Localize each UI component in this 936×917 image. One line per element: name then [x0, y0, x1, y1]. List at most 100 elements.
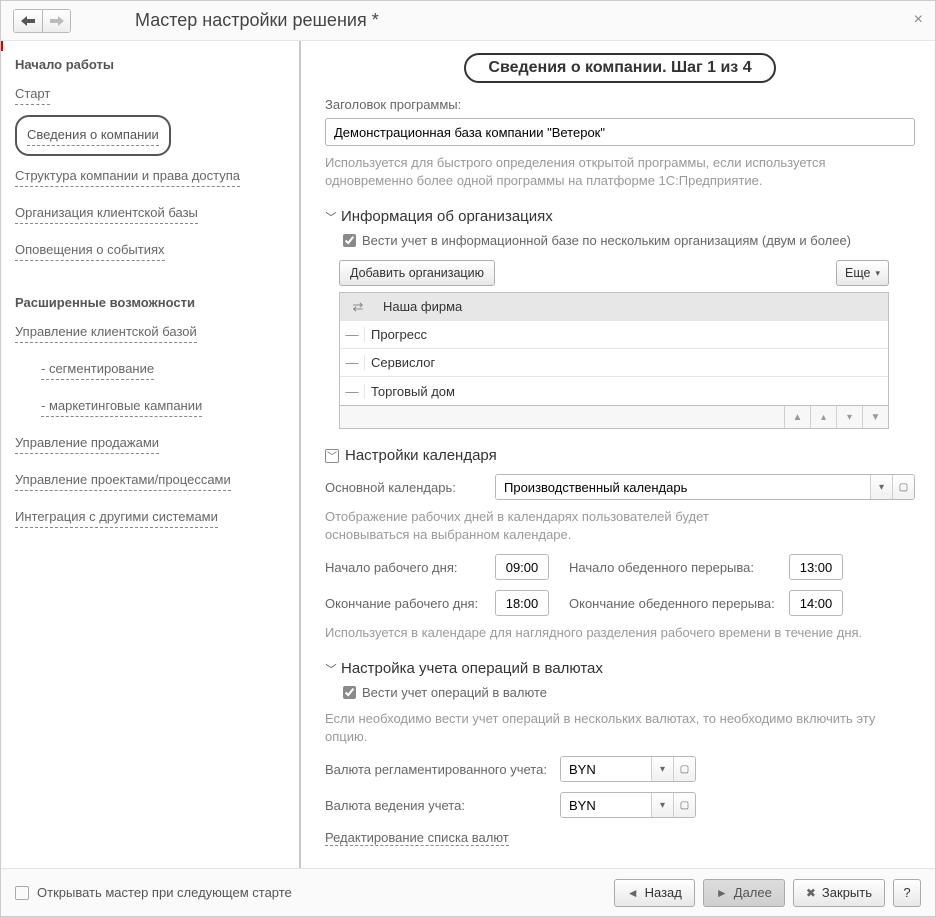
- reg-currency-combo[interactable]: ▾ ▢: [560, 756, 696, 782]
- table-row[interactable]: — Сервислог: [340, 349, 888, 377]
- main-calendar-label: Основной календарь:: [325, 480, 495, 495]
- more-button[interactable]: Еще: [836, 260, 889, 286]
- program-title-input[interactable]: [325, 118, 915, 146]
- sidebar-item-events[interactable]: Оповещения о событиях: [15, 240, 165, 261]
- table-row[interactable]: ⇄ Наша фирма: [340, 293, 888, 321]
- org-name-cell: Прогресс: [364, 327, 888, 342]
- heading-row: Сведения о компании. Шаг 1 из 4: [325, 53, 915, 83]
- currency-enable-checkbox[interactable]: [343, 686, 356, 699]
- org-primary-icon: ⇄: [340, 299, 376, 315]
- sidebar-item-client-base[interactable]: Организация клиентской базы: [15, 203, 198, 224]
- table-row[interactable]: — Прогресс: [340, 321, 888, 349]
- chevron-down-icon[interactable]: ﹀: [325, 661, 337, 677]
- edit-currencies-link[interactable]: Редактирование списка валют: [325, 830, 509, 846]
- sidebar-item-structure[interactable]: Структура компании и права доступа: [15, 166, 240, 187]
- chevron-down-icon[interactable]: ﹀: [325, 209, 337, 225]
- nav-forward-button[interactable]: [42, 10, 70, 32]
- top-bar: Мастер настройки решения * ×: [1, 1, 935, 41]
- add-org-button[interactable]: Добавить организацию: [339, 260, 495, 286]
- main-calendar-input[interactable]: [496, 475, 870, 499]
- lunch-start-label: Начало обеденного перерыва:: [569, 560, 789, 575]
- work-start-input[interactable]: [495, 554, 549, 580]
- sidebar-item-company-info[interactable]: Сведения о компании: [27, 125, 159, 146]
- sidebar-item-marketing[interactable]: - маркетинговые кампании: [41, 396, 202, 417]
- active-marker: [1, 41, 3, 51]
- work-end-label: Окончание рабочего дня:: [325, 596, 495, 611]
- open-dialog-icon[interactable]: ▢: [673, 793, 695, 817]
- org-table: ⇄ Наша фирма — Прогресс — Сервислог — То…: [339, 292, 889, 406]
- close-button-label: Закрыть: [822, 885, 872, 900]
- program-title-hint: Используется для быстрого определения от…: [325, 154, 915, 190]
- orgs-section: ﹀ Информация об организациях Вести учет …: [325, 208, 915, 429]
- move-bottom-icon[interactable]: ▼: [862, 406, 888, 428]
- arrow-left-icon: ◄: [627, 886, 639, 900]
- work-end-input[interactable]: [495, 590, 549, 616]
- content-area: Сведения о компании. Шаг 1 из 4 Заголово…: [301, 41, 935, 868]
- org-dash-icon: —: [340, 327, 364, 342]
- calendar-section: ﹀ Настройки календаря Основной календарь…: [325, 447, 915, 642]
- table-row[interactable]: — Торговый дом: [340, 377, 888, 405]
- arrow-right-icon: ►: [716, 886, 728, 900]
- calendar-expand-checkbox-icon[interactable]: ﹀: [325, 449, 339, 463]
- sidebar-item-projects[interactable]: Управление проектами/процессами: [15, 470, 231, 491]
- currency-hint: Если необходимо вести учет операций в не…: [325, 710, 885, 746]
- multi-org-checkbox[interactable]: [343, 234, 356, 247]
- currency-enable-label: Вести учет операций в валюте: [362, 685, 547, 700]
- back-button[interactable]: ◄ Назад: [614, 879, 695, 907]
- sidebar-item-start[interactable]: Старт: [15, 84, 50, 105]
- sidebar: Начало работы Старт Сведения о компании …: [1, 41, 301, 868]
- org-dash-icon: —: [340, 384, 364, 399]
- back-button-label: Назад: [645, 885, 682, 900]
- window-title: Мастер настройки решения *: [135, 10, 379, 31]
- sidebar-group1-title: Начало работы: [15, 57, 287, 72]
- sidebar-item-integration[interactable]: Интеграция с другими системами: [15, 507, 218, 528]
- org-name-cell: Наша фирма: [376, 299, 888, 314]
- open-dialog-icon[interactable]: ▢: [673, 757, 695, 781]
- dropdown-icon[interactable]: ▾: [870, 475, 892, 499]
- lunch-end-input[interactable]: [789, 590, 843, 616]
- org-name-cell: Торговый дом: [364, 384, 888, 399]
- currency-section: ﹀ Настройка учета операций в валютах Вес…: [325, 660, 915, 846]
- move-down-icon[interactable]: ▾: [836, 406, 862, 428]
- nav-back-button[interactable]: [14, 10, 42, 32]
- calendar-footnote: Используется в календаре для наглядного …: [325, 624, 915, 642]
- org-dash-icon: —: [340, 355, 364, 370]
- move-up-icon[interactable]: ▴: [810, 406, 836, 428]
- sidebar-item-segmentation[interactable]: - сегментирование: [41, 359, 154, 380]
- open-dialog-icon[interactable]: ▢: [892, 475, 914, 499]
- open-next-checkbox[interactable]: [15, 886, 29, 900]
- work-start-label: Начало рабочего дня:: [325, 560, 495, 575]
- next-button-label: Далее: [734, 885, 772, 900]
- move-top-icon[interactable]: ▲: [784, 406, 810, 428]
- calendar-section-title: Настройки календаря: [345, 447, 497, 464]
- wizard-window: Мастер настройки решения * × Начало рабо…: [0, 0, 936, 917]
- dropdown-icon[interactable]: ▾: [651, 757, 673, 781]
- page-heading: Сведения о компании. Шаг 1 из 4: [464, 53, 775, 83]
- orgs-section-title: Информация об организациях: [341, 208, 553, 225]
- next-button[interactable]: ► Далее: [703, 879, 785, 907]
- sidebar-item-company-info-active: Сведения о компании: [15, 115, 171, 156]
- sidebar-group1: Старт Сведения о компании Структура комп…: [15, 78, 287, 267]
- body: Начало работы Старт Сведения о компании …: [1, 41, 935, 868]
- acc-currency-combo[interactable]: ▾ ▢: [560, 792, 696, 818]
- nav-buttons: [13, 9, 71, 33]
- main-calendar-combo[interactable]: ▾ ▢: [495, 474, 915, 500]
- currency-section-title: Настройка учета операций в валютах: [341, 660, 603, 677]
- lunch-end-label: Окончание обеденного перерыва:: [569, 596, 789, 611]
- move-toolbar: ▲ ▴ ▾ ▼: [339, 406, 889, 429]
- footer-bar: Открывать мастер при следующем старте ◄ …: [1, 868, 935, 916]
- sidebar-item-client-mgmt[interactable]: Управление клиентской базой: [15, 322, 197, 343]
- sidebar-item-sales[interactable]: Управление продажами: [15, 433, 159, 454]
- reg-currency-input[interactable]: [561, 757, 651, 781]
- reg-currency-label: Валюта регламентированного учета:: [325, 762, 560, 777]
- close-icon[interactable]: ×: [914, 11, 923, 29]
- close-button[interactable]: ✖ Закрыть: [793, 879, 885, 907]
- org-name-cell: Сервислог: [364, 355, 888, 370]
- x-icon: ✖: [806, 886, 816, 900]
- dropdown-icon[interactable]: ▾: [651, 793, 673, 817]
- acc-currency-label: Валюта ведения учета:: [325, 798, 560, 813]
- acc-currency-input[interactable]: [561, 793, 651, 817]
- open-next-label: Открывать мастер при следующем старте: [37, 885, 292, 900]
- lunch-start-input[interactable]: [789, 554, 843, 580]
- help-button[interactable]: ?: [893, 879, 921, 907]
